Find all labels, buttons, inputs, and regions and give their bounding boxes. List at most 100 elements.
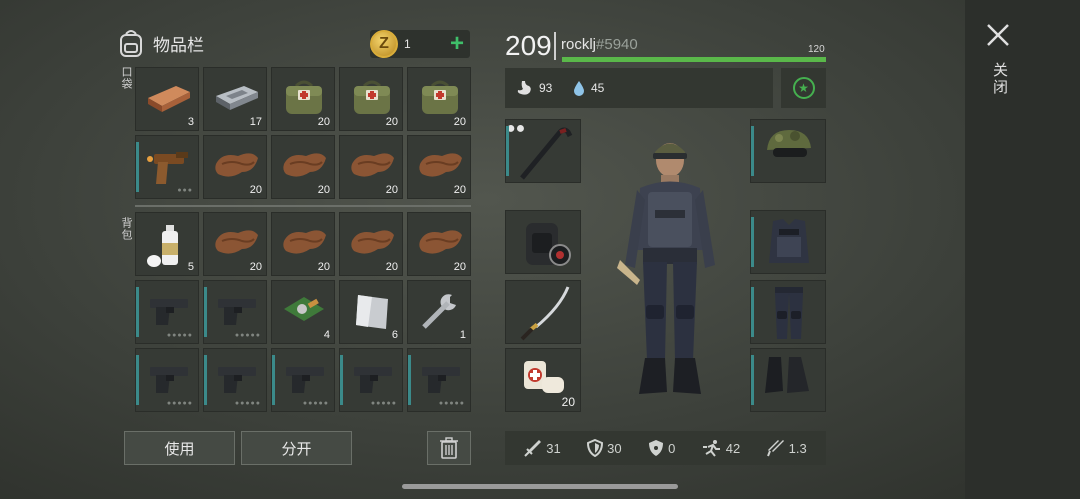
shield-icon — [587, 439, 604, 457]
speed-stat: 42 — [702, 439, 740, 457]
item-quantity: 6 — [391, 329, 398, 341]
split-button[interactable]: 分开 — [241, 431, 352, 465]
coin-counter[interactable]: Z 1 + — [370, 30, 470, 58]
item-quantity: 20 — [385, 184, 398, 196]
durability-bar — [136, 355, 139, 405]
item-quantity: 20 — [385, 261, 398, 273]
water-stat: 45 — [573, 80, 604, 96]
item-quantity: 20 — [385, 116, 398, 128]
defense-value: 30 — [607, 440, 622, 456]
durability-dots: ●●●●● — [302, 400, 329, 407]
backpack-slot[interactable]: ●●●●● — [407, 348, 471, 412]
backpack-slot[interactable]: ●●●●● — [135, 348, 199, 412]
attack-value: 31 — [546, 440, 561, 456]
durability-bar — [204, 287, 207, 337]
durability-dots: ●●●●● — [234, 400, 261, 407]
backpack-slot[interactable]: 20 — [339, 212, 403, 276]
close-icon[interactable] — [985, 22, 1011, 48]
item-quantity: 20 — [317, 116, 330, 128]
durability-bar — [751, 355, 754, 405]
durability-dots: ●●●●● — [166, 400, 193, 407]
use-button[interactable]: 使用 — [124, 431, 235, 465]
backpack-label: 背包 — [120, 217, 132, 241]
combat-stats: 31 30 0 42 1.3 — [505, 431, 826, 465]
item-quantity: 3 — [187, 116, 194, 128]
pocket-slot[interactable]: 20 — [339, 67, 403, 131]
backpack-slot[interactable]: 4 — [271, 280, 335, 344]
player-name-row: rocklj#5940 — [561, 36, 638, 53]
armor-slot[interactable] — [750, 348, 826, 412]
running-icon — [702, 440, 720, 457]
durability-bar — [340, 355, 343, 405]
durability-bar — [136, 287, 139, 337]
close-button[interactable]: 关闭 — [989, 62, 1010, 96]
home-indicator[interactable] — [402, 484, 678, 489]
backpack-slot[interactable]: 6 — [339, 280, 403, 344]
durability-bar — [204, 355, 207, 405]
backpack-slot[interactable]: ●●●●● — [271, 348, 335, 412]
backpack-icon — [120, 30, 142, 57]
backpack-slot[interactable]: ●●●●● — [339, 348, 403, 412]
pocket-slot[interactable]: 20 — [271, 135, 335, 199]
armor-slot[interactable] — [750, 280, 826, 344]
durability-bar — [751, 126, 754, 176]
inventory-title: 物品栏 — [153, 35, 204, 55]
backpack-slot[interactable]: 20 — [407, 212, 471, 276]
armor-slot[interactable] — [750, 210, 826, 274]
item-quantity: 5 — [187, 261, 194, 273]
weapon-slot[interactable] — [505, 280, 581, 344]
item-quantity: 1 — [459, 329, 466, 341]
status-effects-button[interactable]: ★ — [781, 68, 826, 108]
item-quantity: 20 — [317, 261, 330, 273]
speed-value: 42 — [725, 440, 741, 456]
xp-bar — [562, 57, 826, 62]
weapon-slot[interactable]: 20 — [505, 348, 581, 412]
defense-stat: 30 — [587, 439, 622, 457]
slash-icon — [766, 440, 784, 457]
damage-mult-value: 1.3 — [788, 440, 807, 456]
backpack-slot[interactable]: 1 — [407, 280, 471, 344]
pocket-slot[interactable]: 20 — [271, 67, 335, 131]
backpack-slot[interactable]: 5 — [135, 212, 199, 276]
pocket-slot[interactable]: 17 — [203, 67, 267, 131]
item-quantity: 20 — [249, 184, 262, 196]
coin-icon: Z — [370, 30, 398, 58]
survival-stats: 93 45 — [505, 68, 773, 108]
food-value: 93 — [539, 81, 553, 95]
inventory-header: 物品栏 — [117, 28, 204, 58]
item-quantity: 20 — [453, 184, 466, 196]
sword-icon — [524, 440, 542, 457]
add-coins-button[interactable]: + — [450, 32, 464, 56]
pocket-slot[interactable]: 20 — [407, 67, 471, 131]
section-divider — [135, 205, 471, 207]
pocket-slot[interactable]: ●●● — [135, 135, 199, 199]
attack-stat: 31 — [524, 439, 561, 457]
trash-icon — [440, 437, 458, 459]
backpack-slot[interactable]: ●●●●● — [135, 280, 199, 344]
radiation-shield-icon — [649, 440, 664, 456]
right-side-strip — [965, 0, 1080, 499]
food-stat: 93 — [515, 80, 552, 96]
trash-button[interactable] — [427, 431, 471, 465]
durability-bar — [272, 355, 275, 405]
backpack-slot[interactable]: 20 — [203, 212, 267, 276]
player-tag: #5940 — [596, 36, 638, 53]
armor-slot[interactable] — [750, 119, 826, 183]
item-quantity: 20 — [249, 261, 262, 273]
pocket-slot[interactable]: 20 — [339, 135, 403, 199]
durability-bar — [408, 355, 411, 405]
player-level: 209 — [505, 30, 552, 61]
star-icon: ★ — [792, 77, 815, 99]
backpack-slot[interactable]: 20 — [271, 212, 335, 276]
backpack-slot[interactable]: ●●●●● — [203, 348, 267, 412]
weapon-slot[interactable] — [505, 210, 581, 274]
pocket-slot[interactable]: 20 — [203, 135, 267, 199]
backpack-slot[interactable]: ●●●●● — [203, 280, 267, 344]
stomach-icon — [517, 81, 531, 95]
pocket-slot[interactable]: 3 — [135, 67, 199, 131]
pocket-slot[interactable]: 20 — [407, 135, 471, 199]
player-name: rocklj — [561, 36, 597, 53]
radiation-value: 0 — [668, 440, 676, 456]
weapon-slot[interactable]: ●● — [505, 119, 581, 183]
coin-value: 1 — [404, 37, 411, 51]
